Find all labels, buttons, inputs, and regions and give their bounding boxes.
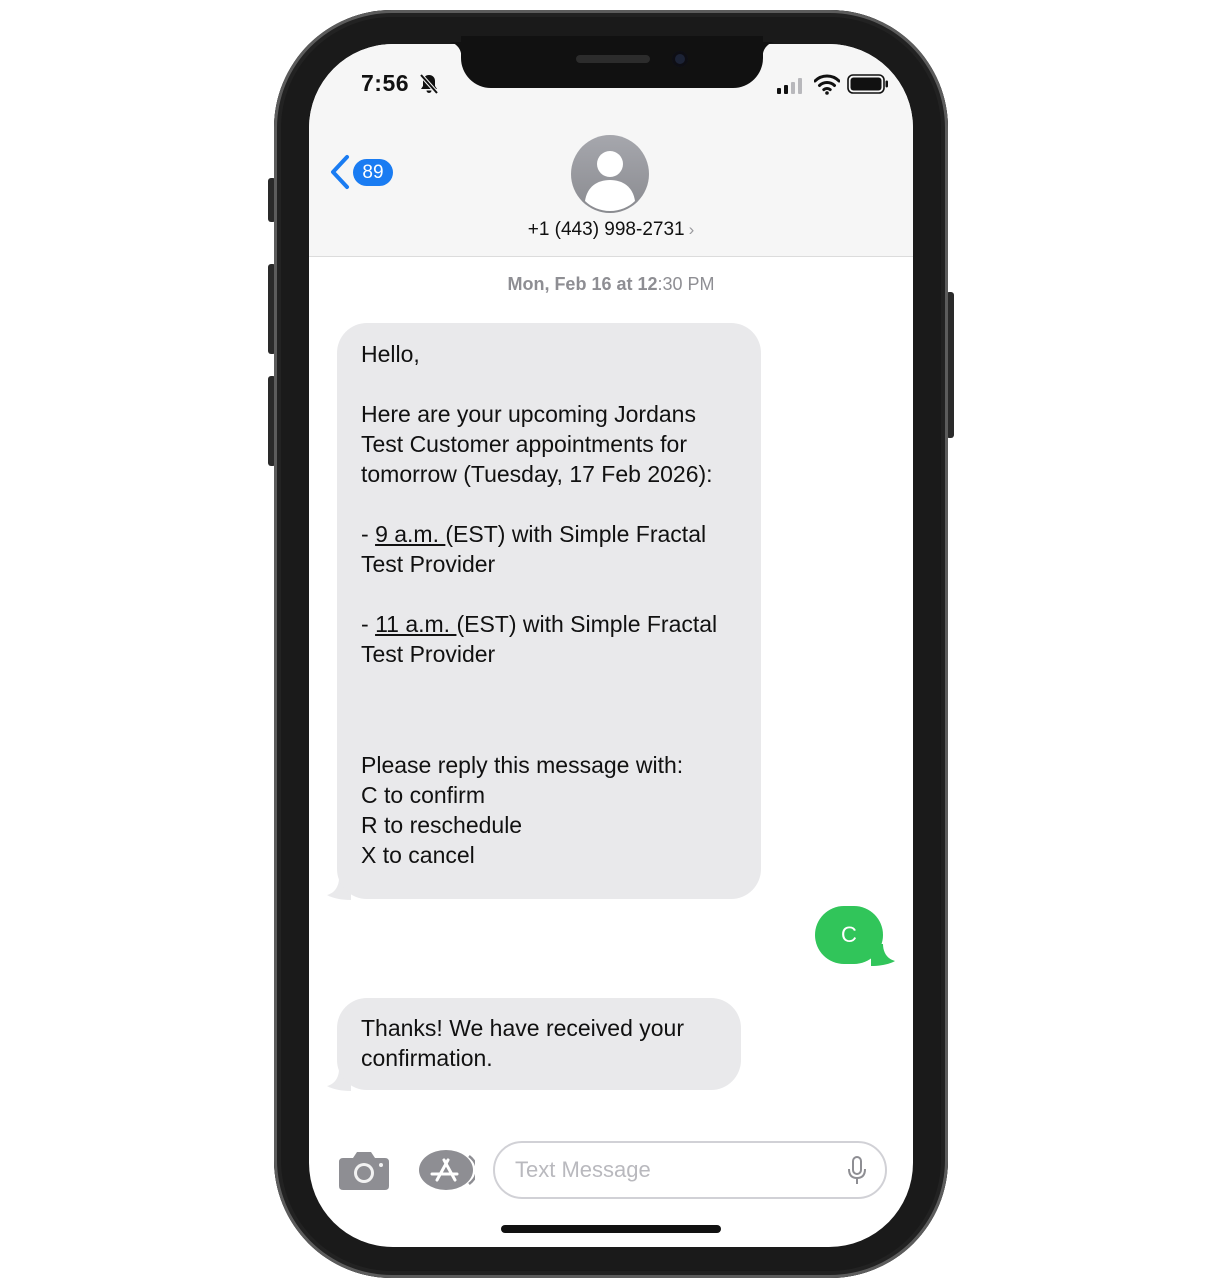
dash: -: [361, 521, 376, 547]
earpiece-speaker: [576, 55, 650, 63]
message-line: Thanks! We have received your: [361, 1015, 685, 1041]
contact-name-button[interactable]: +1 (443) 998-2731 ›: [309, 219, 913, 241]
received-message-bubble[interactable]: Hello, Here are your upcoming Jordans Te…: [337, 323, 761, 899]
appointment-line: - 9 a.m. (EST) with Simple Fractal: [361, 519, 737, 549]
stage: 7:56 89 +1 (443) 998-2731 › Mon, Feb 16 …: [0, 0, 1221, 1288]
microphone-icon[interactable]: [847, 1156, 867, 1186]
timestamp-time: :30 PM: [657, 274, 715, 294]
message-line: Here are your upcoming Jordans: [361, 401, 696, 427]
battery-icon: [847, 74, 888, 94]
camera-icon[interactable]: [337, 1148, 391, 1192]
dash: -: [361, 611, 376, 637]
app-store-icon[interactable]: [417, 1148, 475, 1192]
chevron-left-icon[interactable]: [329, 154, 351, 190]
chevron-right-icon: ›: [688, 220, 695, 239]
appointment-line: - 11 a.m. (EST) with Simple Fractal: [361, 609, 737, 639]
message-line: Test Provider: [361, 551, 496, 577]
timestamp-day: Mon, Feb 16: [507, 274, 612, 294]
front-camera: [672, 51, 688, 67]
message-line: X to cancel: [361, 842, 475, 868]
phone-screen: 7:56 89 +1 (443) 998-2731 › Mon, Feb 16 …: [309, 44, 913, 1247]
message-timestamp: Mon, Feb 16 at 12:30 PM: [309, 274, 913, 295]
message-line: Test Provider: [361, 641, 496, 667]
message-input[interactable]: Text Message: [493, 1141, 887, 1199]
back-unread-badge[interactable]: 89: [353, 159, 393, 186]
message-input-placeholder: Text Message: [515, 1157, 651, 1182]
message-line: C to confirm: [361, 782, 485, 808]
appointment-time-link[interactable]: 11 a.m.: [375, 611, 456, 637]
message-line: Hello,: [361, 341, 420, 367]
appointment-time-link[interactable]: 9 a.m.: [375, 521, 445, 547]
message-line: R to reschedule: [361, 812, 523, 838]
home-indicator[interactable]: [501, 1225, 721, 1233]
received-message-bubble[interactable]: Thanks! We have received your confirmati…: [337, 998, 741, 1090]
message-line: confirmation.: [361, 1045, 493, 1071]
bell-slash-icon: [419, 73, 439, 95]
appointment-details: (EST) with Simple Fractal: [445, 521, 707, 547]
person-avatar-icon[interactable]: [571, 135, 649, 213]
appointment-details: (EST) with Simple Fractal: [456, 611, 718, 637]
message-line: tomorrow (Tuesday, 17 Feb 2026):: [361, 461, 713, 487]
message-line: Test Customer appointments for: [361, 431, 687, 457]
message-line: Please reply this message with:: [361, 752, 684, 778]
sent-message-bubble[interactable]: C: [815, 906, 883, 964]
contact-phone-number: +1 (443) 998-2731: [527, 219, 685, 240]
status-time: 7:56: [361, 70, 410, 96]
timestamp-at: at 12: [616, 274, 658, 294]
avatar-silhouette: [585, 151, 635, 211]
wifi-icon: [814, 74, 840, 95]
cellular-signal-icon: [777, 78, 802, 94]
